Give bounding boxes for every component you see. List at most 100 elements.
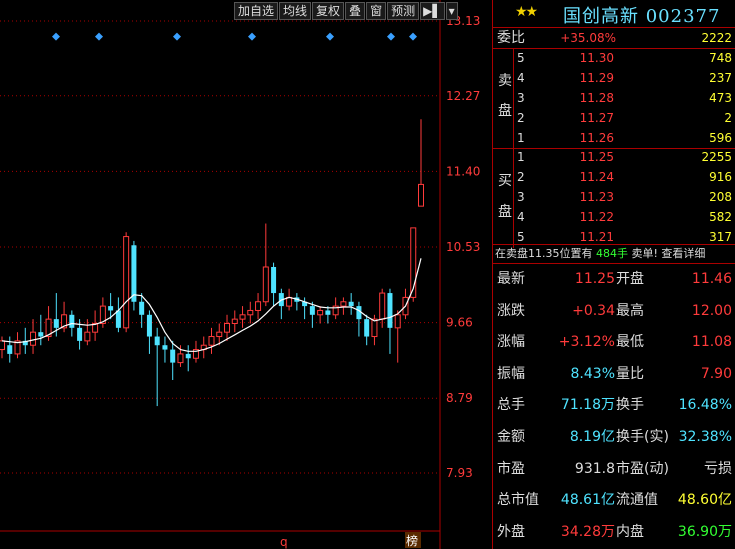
- period-marker: q: [280, 535, 288, 549]
- stat-label-5: 金额: [497, 429, 525, 445]
- event-marker-icon: [52, 32, 60, 41]
- stat-label2-2: 最低: [616, 334, 644, 351]
- stat-value-8: 34.28万: [560, 523, 615, 540]
- stat-value2-2: 11.08: [691, 334, 732, 351]
- window-button[interactable]: 窗: [366, 2, 387, 20]
- stat-value2-3: 7.90: [700, 365, 732, 382]
- stat-label-6: 市盈: [497, 460, 525, 477]
- event-marker-icon: [95, 32, 103, 41]
- buy-level-row[interactable]: 2 11.24 916: [493, 167, 735, 187]
- sell-level-num: 5: [517, 51, 525, 65]
- weibi-diff: 2222: [701, 31, 732, 45]
- exit-icon[interactable]: ▶▌: [420, 2, 445, 20]
- candle-body: [371, 318, 378, 338]
- sell-level-row[interactable]: 4 11.29 237: [493, 68, 735, 88]
- candle-body: [0, 340, 5, 351]
- stat-label-4: 总手: [497, 397, 525, 414]
- overlay-button[interactable]: 叠: [345, 2, 366, 20]
- stat-value-6: 931.8: [574, 460, 615, 477]
- stat-label2-6: 市盈(动): [616, 460, 669, 477]
- candle-body: [325, 310, 331, 315]
- candle-body: [177, 353, 184, 364]
- candle-body: [271, 266, 277, 294]
- stat-label-8: 外盘: [497, 523, 525, 540]
- candle-body: [364, 319, 370, 337]
- buy-level-row[interactable]: 1 11.25 2255: [493, 147, 735, 167]
- stat-label2-3: 量比: [616, 365, 644, 382]
- price-tick-label: 8.79: [446, 391, 473, 405]
- buy-level-volume: 208: [709, 190, 732, 204]
- sell-level-row[interactable]: 2 11.27 2: [493, 108, 735, 128]
- candle-body: [231, 318, 238, 324]
- stat-value2-8: 36.90万: [677, 523, 732, 540]
- buy-level-row[interactable]: 4 11.22 582: [493, 207, 735, 227]
- buy-level-num: 2: [517, 170, 525, 184]
- stat-value-5: 8.19亿: [569, 429, 615, 445]
- buy-level-volume: 582: [709, 210, 732, 224]
- candle-body: [108, 306, 114, 311]
- stat-value2-5: 32.38%: [678, 429, 732, 445]
- stat-label-0: 最新: [497, 271, 525, 287]
- candle-body: [418, 183, 424, 207]
- rating-stars-icon: ★★: [515, 4, 538, 20]
- adjust-price-button[interactable]: 复权: [312, 2, 345, 20]
- candle-body: [356, 306, 362, 320]
- candle-body: [387, 293, 393, 328]
- stock-header: ★★ 国创高新 002377: [493, 0, 735, 28]
- order-notice[interactable]: 在卖盘11.35位置有 484手 卖单! 查看详细: [495, 245, 735, 263]
- stat-value2-7: 48.60亿: [677, 492, 732, 509]
- kline-svg[interactable]: 13.1312.2711.4010.539.668.797.93q 榜: [0, 0, 492, 549]
- sell-level-row[interactable]: 1 11.26 596: [493, 128, 735, 148]
- kline-chart[interactable]: 13.13 12.27 11.40 10.53 9.66 8.79 7.93 q 榜 加自选 均…: [0, 0, 492, 549]
- candle-body: [224, 322, 231, 333]
- sell-level-num: 4: [517, 71, 525, 85]
- buy-level-num: 1: [517, 150, 525, 164]
- stat-label2-7: 流通值: [616, 492, 658, 509]
- candle-body: [162, 345, 168, 350]
- buy-level-volume: 2255: [701, 150, 732, 164]
- event-marker-icon: [387, 32, 395, 41]
- stat-label2-1: 最高: [616, 302, 644, 319]
- buy-level-price: 11.25: [579, 150, 614, 164]
- buy-level-volume: 916: [709, 170, 732, 184]
- candle-body: [154, 336, 160, 346]
- stat-value-7: 48.61亿: [560, 492, 615, 509]
- forecast-button[interactable]: 预测: [387, 2, 420, 20]
- sell-level-row[interactable]: 5 11.30 748: [493, 48, 735, 68]
- sell-level-volume: 473: [709, 91, 732, 105]
- rank-badge: 榜: [406, 533, 418, 548]
- stat-value-4: 71.18万: [560, 397, 615, 414]
- candle-body: [239, 314, 246, 320]
- candle-body: [139, 301, 145, 315]
- candle-body: [146, 314, 152, 337]
- candle-body: [123, 236, 130, 329]
- candle-body: [131, 245, 137, 302]
- candle-body: [38, 332, 44, 337]
- moving-average-button[interactable]: 均线: [279, 2, 312, 20]
- price-tick-label: 7.93: [446, 466, 473, 480]
- dropdown-icon[interactable]: ▾: [445, 2, 458, 20]
- event-marker-icon: [409, 32, 417, 41]
- buy-level-row[interactable]: 3 11.23 208: [493, 187, 735, 207]
- price-tick-label: 9.66: [446, 316, 473, 330]
- quote-panel: ★★ 国创高新 002377 委比 +35.08% 2222 卖 盘 5 11.3…: [492, 0, 735, 549]
- price-tick-label: 12.27: [446, 89, 480, 103]
- stat-label-2: 涨幅: [497, 334, 525, 351]
- sell-level-volume: 2: [724, 111, 732, 125]
- event-marker-icon: [173, 32, 181, 41]
- sell-level-num: 2: [517, 111, 525, 125]
- candle-body: [69, 314, 75, 328]
- sell-level-row[interactable]: 3 11.28 473: [493, 88, 735, 108]
- stat-label2-5: 换手(实): [616, 429, 669, 445]
- sell-level-volume: 596: [709, 131, 732, 145]
- sell-level-price: 11.27: [579, 111, 614, 125]
- candle-body: [208, 336, 215, 346]
- candle-body: [309, 306, 315, 315]
- add-favorite-button[interactable]: 加自选: [234, 2, 279, 20]
- sell-level-price: 11.29: [579, 71, 614, 85]
- stat-label2-4: 换手: [616, 397, 644, 414]
- stat-value-1: +0.34: [572, 302, 615, 319]
- stat-value-2: +3.12%: [558, 334, 615, 351]
- buy-level-price: 11.24: [579, 170, 614, 184]
- sell-level-volume: 748: [709, 51, 732, 65]
